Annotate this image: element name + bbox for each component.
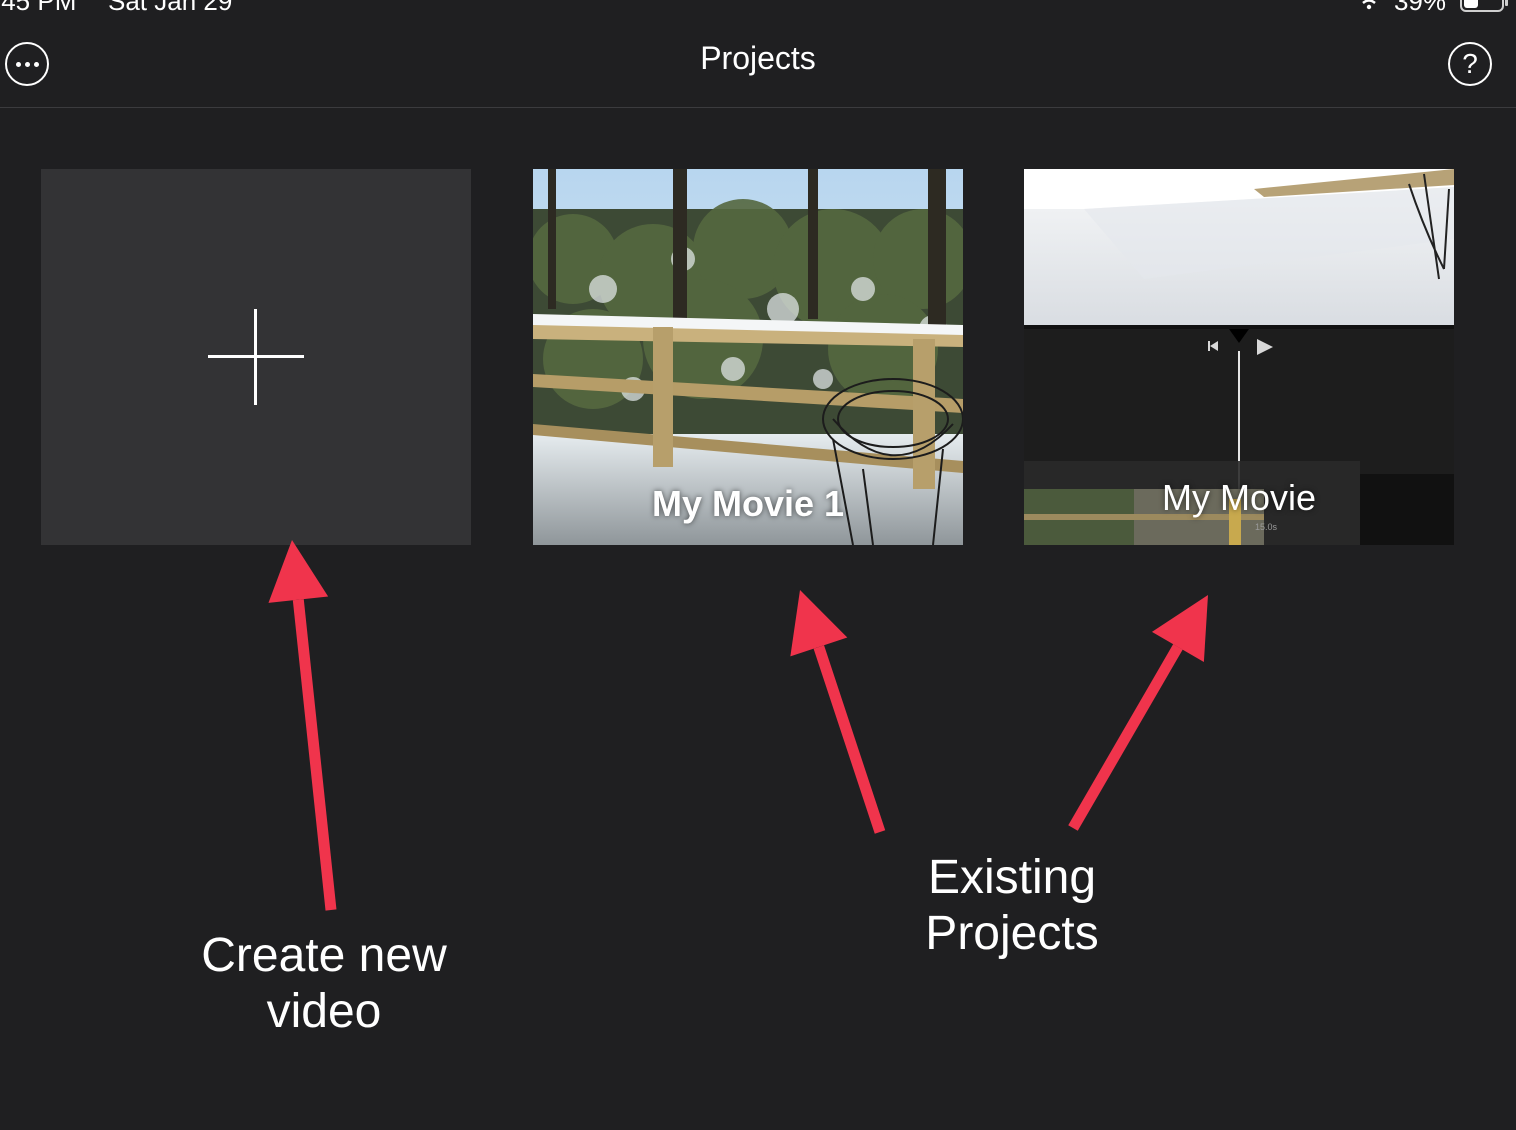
nav-bar: Projects ?: [0, 22, 1516, 108]
battery-fill: [1464, 0, 1478, 8]
status-bar: :45 PM Sat Jan 29 39%: [0, 0, 1516, 17]
wifi-icon: [1362, 0, 1376, 9]
status-date: Sat Jan 29: [108, 0, 233, 16]
battery-percent: 39%: [1393, 0, 1446, 16]
project-tile-my-movie[interactable]: My Movie 15.0s: [1024, 169, 1454, 545]
timeline-duration: 15.0s: [1255, 522, 1278, 532]
plus-icon-vertical: [254, 309, 257, 405]
arrow-to-my-movie-head: [1151, 595, 1208, 662]
annotation-line: Projects: [925, 907, 1099, 960]
annotation-existing-projects: Existing Projects: [862, 850, 1162, 962]
project-tile-my-movie-1[interactable]: My Movie 1: [533, 169, 963, 545]
arrow-to-my-movie-1-shaft: [813, 645, 886, 834]
arrow-to-new-tile-shaft: [292, 599, 337, 911]
status-time: :45 PM: [0, 0, 77, 16]
question-circle-icon: ?: [1462, 48, 1478, 79]
arrow-to-my-movie-1-head: [790, 590, 848, 657]
project-title: My Movie 1: [651, 483, 845, 524]
arrow-to-my-movie-shaft: [1068, 644, 1183, 831]
battery-cap: [1505, 0, 1508, 6]
annotation-line: video: [266, 985, 382, 1038]
status-indicators: 39%: [1358, 0, 1508, 17]
create-new-project-tile[interactable]: [41, 169, 471, 545]
annotation-line: Existing: [927, 851, 1097, 904]
page-title: Projects: [700, 40, 816, 76]
help-button[interactable]: ?: [1448, 42, 1492, 86]
annotation-line: Create new: [201, 929, 447, 982]
arrow-to-new-tile-head: [268, 540, 329, 603]
annotation-create-new-video: Create new video: [174, 928, 474, 1040]
battery-icon: [1460, 0, 1508, 12]
project-title: My Movie: [1161, 477, 1317, 518]
